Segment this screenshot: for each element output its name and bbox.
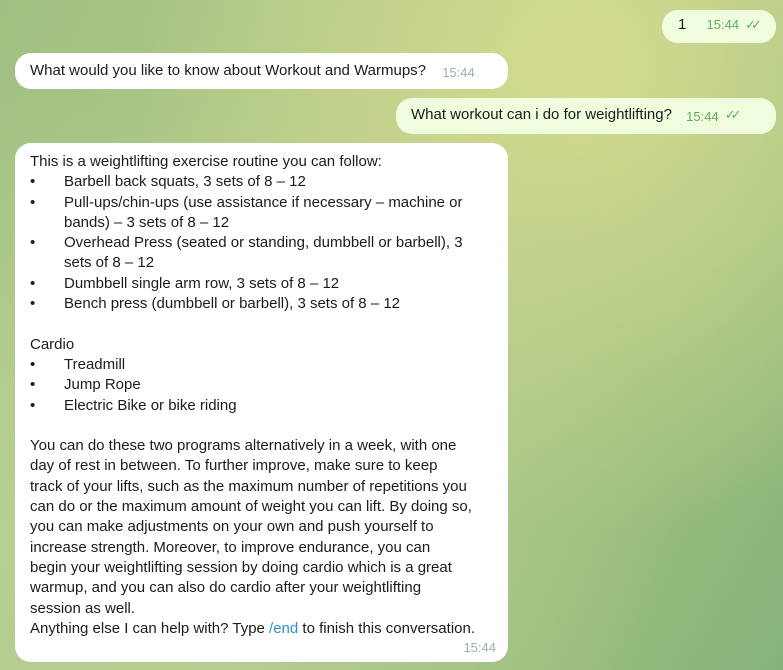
list-item-text: Barbell back squats, 3 sets of 8 – 12 — [64, 173, 306, 191]
paragraph-line: track of your lifts, such as the maximum… — [30, 477, 467, 495]
list-item: • Electric Bike or bike riding — [30, 396, 496, 416]
closing-text: Anything else I can help with? Type — [30, 619, 270, 637]
message-bubble-received[interactable]: What would you like to know about Workou… — [15, 53, 508, 89]
routine-list: • Barbell back squats, 3 sets of 8 – 12 • P… — [30, 172, 496, 314]
message-time: 15:44 — [442, 65, 475, 80]
bullet: • — [30, 193, 36, 211]
list-item-text: Dumbbell single arm row, 3 sets of 8 – 1… — [64, 274, 340, 292]
list-item: bands) – 3 sets of 8 – 12 — [30, 213, 496, 233]
message-intro: This is a weightlifting exercise routine… — [30, 153, 382, 170]
message-bubble-received[interactable]: This is a weightlifting exercise routine… — [15, 143, 508, 662]
list-item: • Bench press (dumbbell or barbell), 3 se… — [30, 294, 496, 314]
list-item-text: sets of 8 – 12 — [64, 254, 155, 272]
list-item: • Treadmill — [30, 355, 496, 375]
bullet — [30, 213, 64, 233]
closing-text-end: to finish this conversation. — [298, 619, 476, 637]
list-item-text: Treadmill — [64, 355, 126, 373]
message-time: 15:44 — [463, 640, 496, 656]
double-check-icon: ✓✓ — [745, 17, 762, 32]
list-item-text: Overhead Press (seated or standing, dumb… — [64, 234, 463, 252]
paragraph-line: You can do these two programs alternativ… — [30, 437, 457, 455]
list-item-text: Jump Rope — [64, 376, 141, 394]
message-time: 15:44 — [686, 109, 719, 124]
paragraph-line: session as well. — [30, 599, 136, 617]
bullet: • — [30, 173, 36, 191]
message-time: 15:44 — [706, 17, 740, 32]
paragraph-line: warmup, and you can also do cardio after… — [30, 579, 422, 597]
list-item: sets of 8 – 12 — [30, 253, 496, 273]
message-bubble-sent[interactable]: What workout can i do for weightlifting?… — [396, 98, 776, 134]
list-item: • Barbell back squats, 3 sets of 8 – 12 — [30, 172, 496, 192]
list-item: • Jump Rope — [30, 375, 496, 395]
cardio-list: • Treadmill • Jump Rope • Electric Bike or bi… — [30, 355, 496, 416]
double-check-icon: ✓✓ — [724, 107, 742, 122]
bullet: • — [30, 295, 36, 313]
list-item: • Dumbbell single arm row, 3 sets of 8 – … — [30, 274, 496, 294]
list-item-text: Bench press (dumbbell or barbell), 3 set… — [64, 295, 401, 313]
list-item: • Overhead Press (seated or standing, dum… — [30, 233, 496, 253]
list-item-text: Pull-ups/chin-ups (use assistance if nec… — [64, 193, 463, 211]
paragraph-line: increase strength. Moreover, to improve … — [30, 538, 431, 556]
message-bubble-sent[interactable]: 1 15:44 ✓✓ — [662, 10, 776, 43]
list-item: • Pull-ups/chin-ups (use assistance if ne… — [30, 193, 496, 213]
message-text: 1 — [678, 16, 687, 33]
end-command-link[interactable]: /end — [269, 620, 298, 637]
message-paragraph: You can do these two programs alternativ… — [30, 436, 496, 619]
paragraph-line: you can make adjustments on your own and… — [30, 518, 434, 536]
bullet — [30, 253, 64, 273]
paragraph-line: day of rest in between. To further impro… — [30, 457, 438, 475]
bullet: • — [30, 274, 36, 292]
bullet: • — [30, 355, 36, 373]
list-item-text: bands) – 3 sets of 8 – 12 — [64, 213, 230, 231]
closing-line: Anything else I can help with? Type /end… — [30, 619, 496, 639]
paragraph-line: can do or the maximum amount of weight y… — [30, 498, 472, 516]
paragraph-line: begin your weightlifting session by doin… — [30, 558, 452, 576]
bullet: • — [30, 234, 36, 252]
bullet: • — [30, 396, 36, 414]
list-item-text: Electric Bike or bike riding — [64, 396, 237, 414]
message-text: What would you like to know about Workou… — [30, 62, 427, 79]
bullet: • — [30, 376, 36, 394]
cardio-title: Cardio — [30, 335, 75, 353]
message-text: What workout can i do for weightlifting? — [411, 106, 672, 123]
